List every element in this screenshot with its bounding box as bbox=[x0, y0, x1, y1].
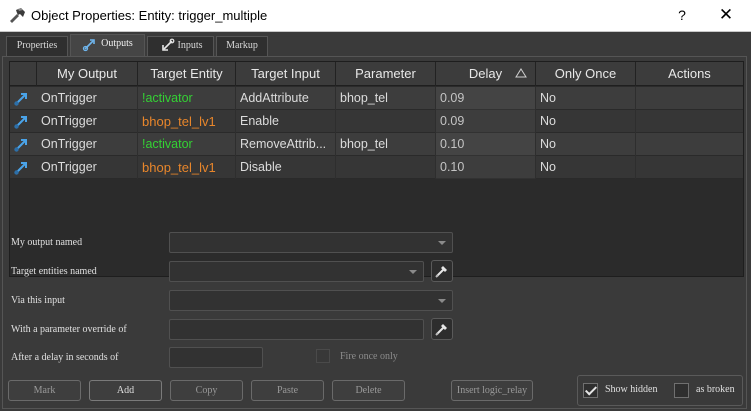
fire-once-label: Fire once only bbox=[340, 351, 398, 362]
parameter-override-field[interactable] bbox=[169, 319, 424, 340]
cell-actions bbox=[636, 156, 743, 179]
tab-properties[interactable]: Properties bbox=[6, 36, 68, 56]
via-input-combo[interactable] bbox=[169, 290, 453, 311]
cell-only-once: No bbox=[536, 133, 636, 156]
outputs-tab-icon bbox=[83, 38, 95, 51]
table-row[interactable]: OnTrigger !activator RemoveAttrib... bho… bbox=[10, 133, 743, 156]
cell-parameter: bhop_tel bbox=[336, 133, 436, 156]
output-connection-icon bbox=[14, 116, 27, 129]
parameter-picker-button[interactable] bbox=[431, 318, 453, 340]
insert-logic-relay-button[interactable]: Insert logic_relay bbox=[451, 380, 533, 401]
header-only-once[interactable]: Only Once bbox=[536, 62, 636, 86]
cell-actions bbox=[636, 87, 743, 110]
output-connection-icon bbox=[14, 139, 27, 152]
cell-delay: 0.09 bbox=[436, 110, 536, 133]
header-icon-column bbox=[10, 62, 37, 86]
delete-button[interactable]: Delete bbox=[332, 380, 405, 401]
cell-delay: 0.10 bbox=[436, 133, 536, 156]
cell-target-input: Disable bbox=[236, 156, 336, 179]
as-broken-checkbox[interactable] bbox=[674, 383, 689, 398]
tab-markup[interactable]: Markup bbox=[216, 36, 268, 56]
delay-field[interactable] bbox=[169, 347, 263, 368]
cell-my-output: OnTrigger bbox=[37, 156, 138, 179]
tab-bar: Properties Outputs Inputs Markup bbox=[0, 32, 751, 56]
visibility-options: Show hidden as broken bbox=[577, 375, 743, 406]
cell-target-entity: bhop_tel_lv1 bbox=[138, 110, 236, 133]
hammer-icon bbox=[10, 8, 25, 23]
output-connection-icon bbox=[14, 93, 27, 106]
cell-delay: 0.10 bbox=[436, 156, 536, 179]
title-bar: Object Properties: Entity: trigger_multi… bbox=[0, 0, 751, 32]
table-header: My Output Target Entity Target Input Par… bbox=[10, 62, 743, 86]
header-actions[interactable]: Actions bbox=[636, 62, 743, 86]
cell-only-once: No bbox=[536, 110, 636, 133]
window-title: Object Properties: Entity: trigger_multi… bbox=[31, 8, 268, 23]
header-delay[interactable]: Delay bbox=[436, 62, 536, 86]
show-hidden-checkbox[interactable] bbox=[583, 383, 598, 398]
cell-target-input: AddAttribute bbox=[236, 87, 336, 110]
sort-ascending-icon bbox=[515, 68, 527, 78]
header-parameter[interactable]: Parameter bbox=[336, 62, 436, 86]
delay-label: After a delay in seconds of bbox=[11, 352, 119, 363]
as-broken-label: as broken bbox=[696, 384, 735, 395]
cell-my-output: OnTrigger bbox=[37, 87, 138, 110]
paste-button[interactable]: Paste bbox=[251, 380, 324, 401]
output-named-combo[interactable] bbox=[169, 232, 453, 253]
inputs-tab-icon bbox=[161, 38, 174, 51]
outputs-panel: My Output Target Entity Target Input Par… bbox=[2, 56, 747, 409]
copy-button[interactable]: Copy bbox=[170, 380, 243, 401]
table-row[interactable]: OnTrigger bhop_tel_lv1 Disable 0.10 No bbox=[10, 156, 743, 179]
close-button[interactable]: ✕ bbox=[714, 4, 738, 26]
output-connection-icon bbox=[14, 162, 27, 175]
tab-outputs[interactable]: Outputs bbox=[70, 34, 145, 56]
cell-parameter: bhop_tel bbox=[336, 87, 436, 110]
chevron-down-icon bbox=[409, 270, 417, 274]
target-entities-combo[interactable] bbox=[169, 261, 424, 282]
tab-inputs[interactable]: Inputs bbox=[147, 36, 214, 56]
header-my-output[interactable]: My Output bbox=[37, 62, 138, 86]
chevron-down-icon bbox=[438, 241, 446, 245]
entity-picker-button[interactable] bbox=[431, 260, 453, 282]
cell-actions bbox=[636, 133, 743, 156]
cell-parameter bbox=[336, 110, 436, 133]
cell-my-output: OnTrigger bbox=[37, 110, 138, 133]
chevron-down-icon bbox=[438, 299, 446, 303]
table-row[interactable]: OnTrigger bhop_tel_lv1 Enable 0.09 No bbox=[10, 110, 743, 133]
cell-parameter bbox=[336, 156, 436, 179]
eyedropper-icon bbox=[435, 266, 447, 278]
parameter-override-label: With a parameter override of bbox=[11, 324, 127, 335]
add-button[interactable]: Add bbox=[89, 380, 162, 401]
output-named-label: My output named bbox=[11, 237, 83, 248]
header-target-entity[interactable]: Target Entity bbox=[138, 62, 236, 86]
fire-once-checkbox[interactable] bbox=[316, 349, 330, 363]
table-row[interactable]: OnTrigger !activator AddAttribute bhop_t… bbox=[10, 87, 743, 110]
show-hidden-label: Show hidden bbox=[605, 384, 658, 395]
help-button[interactable]: ? bbox=[671, 4, 693, 26]
via-input-label: Via this input bbox=[11, 295, 65, 306]
cell-only-once: No bbox=[536, 87, 636, 110]
cell-target-entity: bhop_tel_lv1 bbox=[138, 156, 236, 179]
cell-only-once: No bbox=[536, 156, 636, 179]
cell-target-entity: !activator bbox=[138, 133, 236, 156]
cell-target-input: Enable bbox=[236, 110, 336, 133]
target-entities-label: Target entities named bbox=[11, 266, 97, 277]
eyedropper-icon bbox=[435, 324, 447, 336]
cell-delay: 0.09 bbox=[436, 87, 536, 110]
cell-target-entity: !activator bbox=[138, 87, 236, 110]
mark-button[interactable]: Mark bbox=[8, 380, 81, 401]
header-target-input[interactable]: Target Input bbox=[236, 62, 336, 86]
cell-my-output: OnTrigger bbox=[37, 133, 138, 156]
cell-actions bbox=[636, 110, 743, 133]
cell-target-input: RemoveAttrib... bbox=[236, 133, 336, 156]
